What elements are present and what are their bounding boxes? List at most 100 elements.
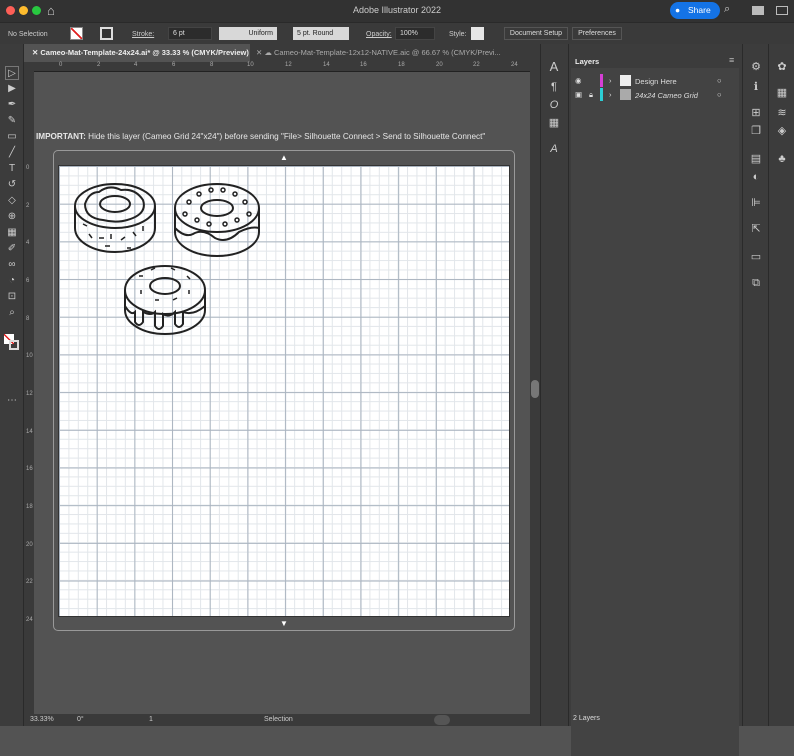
donut-sprinkles[interactable] [74, 183, 156, 253]
export-icon[interactable]: ⇱ [749, 222, 763, 236]
libraries-strip: ✿ ▦ ≋ ◈ ♣ [768, 44, 794, 726]
ruler-tick: 12 [285, 62, 292, 68]
arrow-up-icon: ▲ [280, 153, 288, 162]
character-styles-icon[interactable]: A [547, 142, 561, 156]
artboard-tool-icon[interactable]: ⊡ [5, 290, 19, 304]
eraser-tool-icon[interactable]: ◇ [5, 194, 19, 208]
scroll-thumb[interactable] [531, 380, 539, 398]
gradient-icon[interactable]: ▤ [749, 152, 763, 166]
notice-text: Hide this layer (Cameo Grid 24"x24") bef… [85, 132, 486, 141]
ruler-tick: 18 [26, 504, 33, 510]
glyphs-panel-icon[interactable]: ▦ [547, 116, 561, 130]
links-icon[interactable]: ⧉ [749, 276, 763, 290]
search-icon[interactable]: ⌕ [724, 3, 730, 16]
brush-definition[interactable]: 5 pt. Round [293, 27, 349, 40]
symbols-icon[interactable]: ♣ [775, 152, 789, 166]
layer-name[interactable]: 24x24 Cameo Grid [635, 91, 698, 100]
character-panel-icon[interactable]: A [547, 60, 561, 74]
align-icon[interactable]: ⊫ [749, 196, 763, 210]
rotate-tool-icon[interactable]: ↺ [5, 178, 19, 192]
swatches-icon[interactable]: ▦ [775, 86, 789, 100]
pen-tool-icon[interactable]: ✒ [5, 98, 19, 112]
stroke-color-icon[interactable] [9, 340, 19, 350]
gradient-tool-icon[interactable]: ▦ [5, 226, 19, 240]
comments-icon[interactable]: ▭ [749, 250, 763, 264]
more-tools-icon[interactable]: ⋯ [5, 394, 19, 408]
layer-name[interactable]: Design Here [635, 77, 677, 86]
symbol-sprayer-icon[interactable]: ◔ [5, 274, 19, 288]
rectangle-tool-icon[interactable]: ▭ [5, 130, 19, 144]
share-label: Share [688, 5, 711, 15]
color-palette-icon[interactable]: ✿ [775, 60, 789, 74]
ruler-tick: 16 [360, 62, 367, 68]
layer-row-cameo-grid[interactable]: ▣ 🔒︎ › 24x24 Cameo Grid ○ [571, 88, 739, 102]
variable-width-profile[interactable]: Uniform [219, 27, 277, 40]
brushes-icon[interactable]: ≋ [775, 106, 789, 120]
curvature-tool-icon[interactable]: ✎ [5, 114, 19, 128]
donut-glazed-dots[interactable] [174, 183, 260, 257]
info-icon[interactable]: ℹ [749, 80, 763, 94]
warp-tool-icon[interactable]: ⊕ [5, 210, 19, 224]
horizontal-scroll-thumb[interactable] [434, 715, 450, 725]
eyedropper-tool-icon[interactable]: ✐ [5, 242, 19, 256]
layer-row-design-here[interactable]: ◉ › Design Here ○ [571, 74, 739, 88]
layers-icon[interactable]: ◈ [775, 124, 789, 138]
direct-selection-tool-icon[interactable]: ▶ [5, 82, 19, 96]
ruler-tick: 24 [26, 617, 33, 623]
rotation-value[interactable]: 0° [77, 716, 84, 723]
ruler-tick: 2 [26, 203, 30, 209]
template-visibility-icon[interactable]: ▣ [575, 90, 582, 99]
tab-document-12x12[interactable]: ✕ ☁ Cameo-Mat-Template-12x12-NATIVE.aic … [256, 44, 540, 62]
opentype-panel-icon[interactable]: O [547, 98, 561, 112]
transform-icon[interactable]: ⊞ [749, 106, 763, 120]
stroke-label: Stroke: [132, 31, 155, 38]
eye-icon[interactable]: ◉ [575, 76, 582, 85]
target-icon[interactable]: ○ [717, 90, 722, 99]
document-setup-button[interactable]: Document Setup [504, 27, 568, 40]
paragraph-panel-icon[interactable]: ¶ [547, 80, 561, 94]
ruler-tick: 14 [323, 62, 330, 68]
vertical-ruler[interactable]: 0 2 4 6 8 10 12 14 16 18 20 22 24 [24, 62, 34, 714]
paintbrush-tool-icon[interactable]: ╱ [5, 146, 19, 160]
status-bar: 33.33% 0° 1 Selection [24, 714, 540, 726]
panel-toggle-icon[interactable] [776, 6, 788, 15]
document-tabs: ✕ Cameo-Mat-Template-24x24.ai* @ 33.33 %… [28, 44, 540, 62]
arrow-down-icon: ▼ [280, 619, 288, 628]
type-tool-icon[interactable]: T [5, 162, 19, 176]
lock-icon[interactable]: 🔒︎ [589, 90, 593, 100]
artboard-grid[interactable] [58, 165, 510, 617]
stroke-swatch[interactable] [100, 27, 113, 40]
expand-chevron-icon[interactable]: › [609, 76, 612, 85]
donut-drip-sprinkles[interactable] [124, 265, 206, 335]
vertical-scrollbar[interactable] [530, 62, 540, 714]
transparency-icon[interactable]: ◐ [749, 170, 763, 184]
opacity-input[interactable]: 100% [395, 27, 435, 40]
fill-swatch[interactable] [70, 27, 83, 40]
artboard-number[interactable]: 1 [149, 716, 153, 723]
zoom-tool-icon[interactable]: ⌕ [5, 306, 19, 320]
ruler-tick: 20 [436, 62, 443, 68]
zoom-level[interactable]: 33.33% [30, 716, 54, 723]
workspace-icon[interactable] [752, 6, 764, 15]
appearance-icon[interactable]: ⚙ [749, 60, 763, 74]
layers-list: ◉ › Design Here ○ ▣ 🔒︎ › 24x24 Cameo Gri… [571, 68, 739, 756]
current-tool[interactable]: Selection [264, 716, 293, 723]
stroke-weight-input[interactable]: 6 pt [168, 27, 212, 40]
expand-chevron-icon[interactable]: › [609, 90, 612, 99]
preferences-button[interactable]: Preferences [572, 27, 622, 40]
target-icon[interactable]: ○ [717, 76, 722, 85]
horizontal-ruler[interactable]: 0 2 4 6 8 10 12 14 16 18 20 22 24 [34, 62, 530, 72]
tools-panel: ▷ ▶ ✒ ✎ ▭ ╱ T ↺ ◇ ⊕ ▦ ✐ ∞ ◔ ⊡ ⌕ ⋯ [0, 44, 24, 726]
panel-menu-icon[interactable]: ≡ [729, 55, 734, 65]
tab-document-24x24[interactable]: ✕ Cameo-Mat-Template-24x24.ai* @ 33.33 %… [28, 44, 250, 62]
style-swatch[interactable] [471, 27, 484, 40]
ruler-tick: 12 [26, 391, 33, 397]
brush-label: 5 pt. Round [297, 30, 334, 37]
layers-tab[interactable]: Layers [575, 57, 599, 66]
ruler-tick: 8 [210, 62, 214, 68]
blend-tool-icon[interactable]: ∞ [5, 258, 19, 272]
share-button[interactable]: ● Share [670, 2, 720, 19]
ruler-tick: 16 [26, 466, 33, 472]
artboards-icon[interactable]: ❐ [749, 124, 763, 138]
selection-tool-icon[interactable]: ▷ [5, 66, 19, 80]
